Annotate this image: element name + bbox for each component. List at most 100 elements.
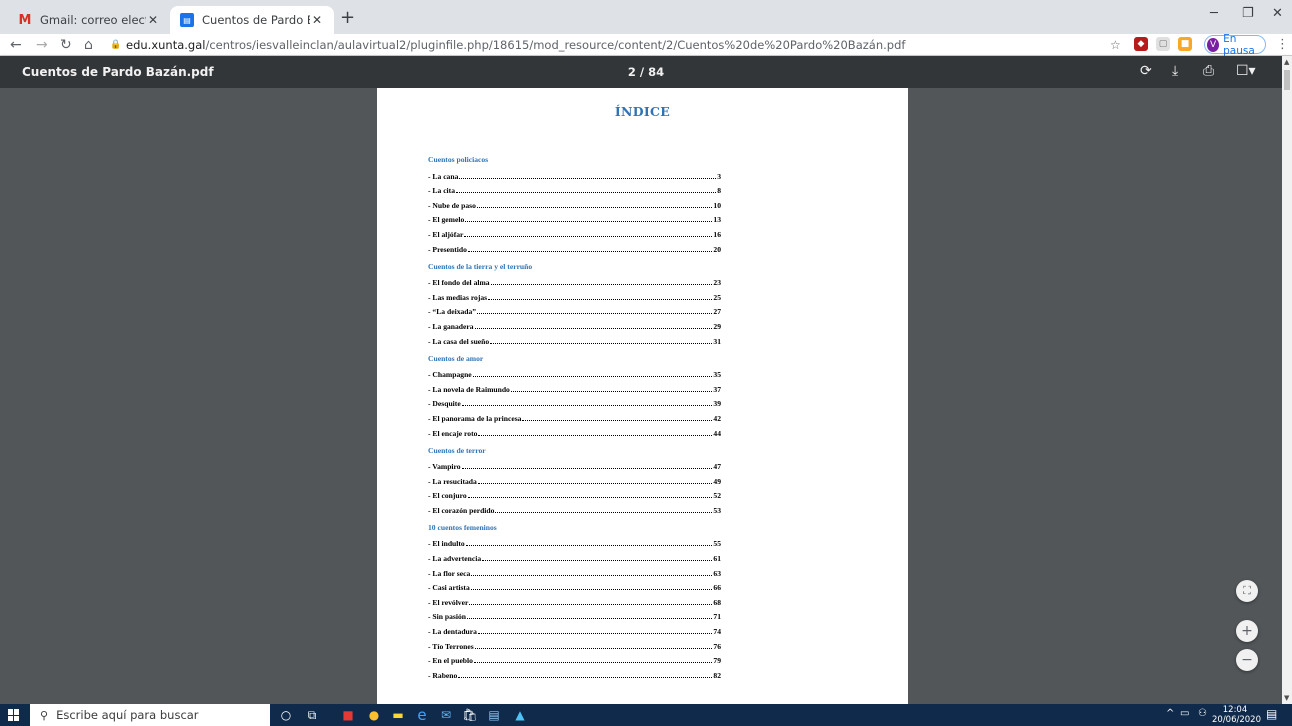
scroll-up-icon[interactable]: ▲	[1284, 58, 1289, 66]
toc-entry-title: - La resucitada	[428, 476, 477, 486]
dot-leader	[467, 250, 713, 252]
new-tab-button[interactable]: +	[340, 9, 355, 27]
toc-page-number: 42	[713, 413, 721, 423]
forward-arrow-icon[interactable]: →	[36, 36, 48, 54]
extension-icon[interactable]: ■	[1178, 37, 1192, 51]
toc-entry-title: - Tío Terrones	[428, 641, 474, 651]
toc-entry: - Desquite 39	[428, 394, 721, 409]
toc-entry: - Casi artista 66	[428, 578, 721, 592]
toc-section-heading: Cuentos de amor	[428, 353, 484, 363]
address-bar[interactable]: 🔒 edu.xunta.gal /centros/iesvalleinclan/…	[110, 35, 1095, 54]
dot-leader	[467, 497, 713, 499]
home-icon[interactable]: ⌂	[84, 36, 93, 54]
dot-leader	[467, 618, 713, 620]
scroll-down-icon[interactable]: ▼	[1284, 694, 1289, 702]
dot-leader	[459, 177, 717, 179]
maximize-button[interactable]: ❐	[1242, 6, 1254, 21]
toc-page-number: 10	[713, 200, 721, 210]
toc-page-number: 20	[713, 244, 721, 254]
menu-icon[interactable]: ⋮	[1276, 37, 1289, 52]
toc-page-number: 27	[713, 307, 721, 317]
toc-entry: - El revólver 68	[428, 592, 721, 607]
back-arrow-icon[interactable]: ←	[10, 36, 22, 54]
toc-page-number: 47	[713, 462, 721, 472]
reload-icon[interactable]: ↻	[60, 36, 72, 54]
bookmark-star-icon[interactable]: ☆	[1110, 36, 1121, 54]
windows-start-icon[interactable]	[8, 709, 20, 721]
task-view-icon[interactable]: ⧉	[304, 707, 320, 723]
toc-entry: - Sin pasión 71	[428, 607, 721, 622]
system-clock[interactable]: 12:04 20/06/2020	[1212, 705, 1261, 725]
dot-leader	[469, 603, 713, 605]
store-icon[interactable]: 🛍	[462, 707, 478, 723]
browser-toolbar: ← → ↻ ⌂ 🔒 edu.xunta.gal /centros/iesvall…	[0, 32, 1292, 57]
rotate-icon[interactable]: ⟳	[1140, 63, 1152, 79]
clock-time: 12:04	[1222, 705, 1248, 715]
toc-entry: - El encaje roto 44	[428, 423, 721, 438]
toc-entry: - El indulto 55	[428, 534, 721, 548]
page-indicator[interactable]: 2 / 84	[620, 65, 672, 79]
photos-icon[interactable]: ▲	[512, 707, 528, 723]
toc-entry: - La flor seca 63	[428, 563, 721, 578]
toc-entry: - La resucitada 49	[428, 471, 721, 486]
taskbar-search[interactable]: ⚲ Escribe aquí para buscar	[30, 704, 270, 726]
toc-entry-title: - La flor seca	[428, 568, 471, 578]
print-icon[interactable]: ⎙	[1203, 63, 1214, 79]
toc-page-number: 49	[713, 476, 721, 486]
toc-entry: - La advertencia 61	[428, 548, 721, 563]
toc-page-number: 71	[713, 612, 721, 622]
toc-entry-title: - “La deixada”	[428, 307, 477, 317]
bookmark-icon[interactable]: ☐▾	[1236, 63, 1256, 79]
url-host: edu.xunta.gal	[126, 37, 206, 52]
file-explorer-icon[interactable]: ▬	[390, 707, 406, 723]
toc-entry-title: - La cana	[428, 171, 459, 181]
download-icon[interactable]: ⤓	[1172, 63, 1178, 79]
toc-entry-title: - Vampiro	[428, 462, 461, 472]
fit-page-button[interactable]: ⛶	[1236, 580, 1258, 602]
dot-leader	[490, 284, 713, 286]
chrome-icon[interactable]: ●	[366, 707, 382, 723]
index-heading: ÍNDICE	[614, 104, 671, 119]
search-placeholder: Escribe aquí para buscar	[56, 708, 199, 722]
mcafee-icon[interactable]: ■	[340, 707, 356, 723]
chevron-up-icon[interactable]: ^	[1166, 708, 1174, 719]
cortana-icon[interactable]: ○	[278, 707, 294, 723]
ublock-extension-icon[interactable]: ◆	[1134, 37, 1148, 51]
scrollbar[interactable]: ▲ ▼	[1282, 56, 1292, 704]
zoom-in-button[interactable]: +	[1236, 620, 1258, 642]
tab-gmail[interactable]: M Gmail: correo electrónico y alma ✕	[8, 6, 170, 34]
pdf-title: Cuentos de Pardo Bazán.pdf	[22, 65, 214, 79]
pdf-viewer[interactable]: ÍNDICE Cuentos policiacos - La cana 3- La …	[0, 88, 1282, 704]
profile-button[interactable]: V En pausa	[1204, 32, 1266, 57]
toc-entry: - Tío Terrones 76	[428, 636, 721, 651]
extension-icon[interactable]: ▢	[1156, 37, 1170, 51]
toc-entry-title: - El panorama de la princesa	[428, 413, 522, 423]
profile-status: En pausa	[1223, 32, 1255, 57]
dot-leader	[465, 545, 713, 547]
dot-leader	[461, 468, 713, 470]
toc-entry: - El panorama de la princesa 42	[428, 408, 721, 423]
people-icon[interactable]: ⚇	[1198, 708, 1207, 719]
toc-entry-title: - Desquite	[428, 399, 461, 409]
toc-entry-title: - El aljófar	[428, 229, 464, 239]
close-icon[interactable]: ✕	[310, 13, 324, 27]
word-icon[interactable]: ▤	[486, 707, 502, 723]
notification-icon[interactable]: ▤	[1266, 707, 1277, 721]
tab-strip: M Gmail: correo electrónico y alma ✕ ▤ C…	[0, 0, 1292, 34]
toc-entry-title: - La advertencia	[428, 554, 482, 564]
tab-pdf[interactable]: ▤ Cuentos de Pardo Bazán.pdf ✕	[170, 6, 334, 34]
toc-entry: - El aljófar 16	[428, 224, 721, 239]
minimize-button[interactable]: ─	[1210, 6, 1218, 21]
dot-leader	[474, 647, 713, 649]
tab-title: Gmail: correo electrónico y alma	[40, 13, 146, 27]
mail-icon[interactable]: ✉	[438, 707, 454, 723]
scroll-thumb[interactable]	[1284, 70, 1290, 90]
edge-icon[interactable]: e	[414, 706, 430, 724]
network-icon[interactable]: ▭	[1180, 708, 1189, 719]
window-close-button[interactable]: ✕	[1272, 6, 1283, 21]
toc-entry-title: - La ganadera	[428, 321, 474, 331]
toc-entry: - Presentido 20	[428, 239, 721, 254]
toc-page-number: 16	[713, 229, 721, 239]
zoom-out-button[interactable]: −	[1236, 649, 1258, 671]
close-icon[interactable]: ✕	[146, 13, 160, 27]
